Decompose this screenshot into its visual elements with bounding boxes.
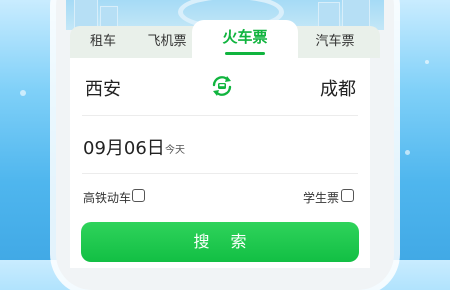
student-ticket-label[interactable]: 学生票 xyxy=(303,189,339,206)
high-speed-label[interactable]: 高铁动车 xyxy=(83,189,131,206)
departure-city[interactable]: 西安 xyxy=(85,75,121,101)
student-ticket-checkbox[interactable] xyxy=(341,189,354,202)
tab-train-tickets-label: 火车票 xyxy=(222,28,268,46)
background-sparkle xyxy=(20,90,26,96)
active-tab-underline xyxy=(225,52,265,55)
arrival-city[interactable]: 成都 xyxy=(320,75,356,101)
swap-train-icon[interactable] xyxy=(210,74,234,98)
search-button[interactable]: 搜 索 xyxy=(81,222,359,262)
ticket-type-tabs: 租车 飞机票 火车票 汽车票 xyxy=(70,20,380,58)
divider xyxy=(82,173,358,174)
tab-bus-tickets[interactable]: 汽车票 xyxy=(306,26,364,58)
background-sparkle xyxy=(425,60,429,64)
background-sparkle xyxy=(405,150,410,155)
tab-car-rental[interactable]: 租车 xyxy=(78,26,128,58)
tab-train-tickets[interactable]: 火车票 xyxy=(192,20,298,58)
high-speed-checkbox[interactable] xyxy=(132,189,145,202)
departure-date[interactable]: 09月06日 xyxy=(83,134,165,160)
date-relative-label: 今天 xyxy=(165,145,185,156)
divider xyxy=(82,115,358,116)
